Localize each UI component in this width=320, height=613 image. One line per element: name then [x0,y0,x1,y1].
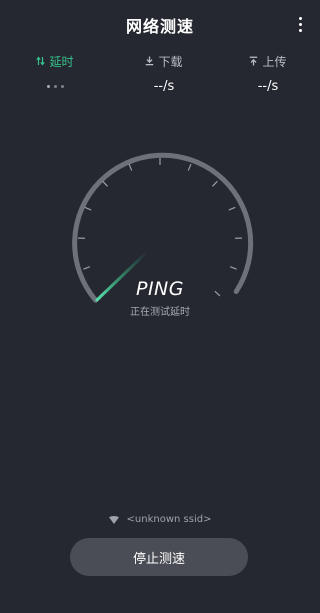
upload-icon [250,56,258,66]
metric-download-value: --/s [153,78,175,94]
loading-dots [46,84,64,88]
gauge-tick [83,266,91,270]
swap-vertical-icon [36,56,46,66]
speed-test-screen: 网络测速 延时 下载 --/s 上传 --/s PING 正在测试延时 <unk… [0,0,320,613]
page-title: 网络测速 [125,17,194,36]
network-info: <unknown ssid> [0,514,320,525]
gauge-tick [229,266,237,270]
wifi-icon [108,515,119,524]
gauge-tick [211,180,218,187]
more-options-button[interactable] [292,12,308,36]
metric-upload-value: --/s [257,78,279,94]
gauge-tick [187,163,192,171]
gauge-tick [128,163,133,171]
gauge-tick [84,206,92,211]
metric-download: 下载 --/s [114,52,214,95]
metric-upload-label: 上传 [262,54,287,69]
ssid-text: <unknown ssid> [126,514,212,525]
gauge-tick [228,206,236,211]
download-icon [146,56,154,66]
more-vertical-icon [298,16,302,20]
test-status-text: 正在测试延时 [130,307,190,318]
gauge-tick [102,180,109,187]
metric-download-label: 下载 [158,54,183,69]
metrics-row: 延时 下载 --/s 上传 --/s [0,52,320,96]
metric-latency-label: 延时 [49,54,74,69]
app-header: 网络测速 [0,0,320,48]
stop-test-button[interactable]: 停止测速 [70,538,248,576]
gauge-mode-label: PING [136,278,184,300]
metric-upload: 上传 --/s [218,52,318,95]
metric-latency: 延时 [5,52,105,95]
